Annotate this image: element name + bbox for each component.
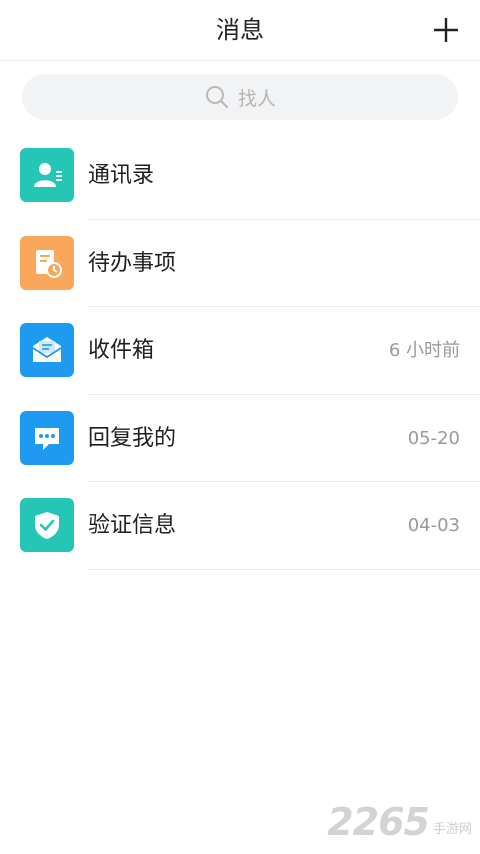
list-item-todo[interactable]: 待办事项 (0, 220, 480, 307)
plus-icon (434, 18, 458, 42)
verify-icon (20, 498, 74, 552)
list-item-label: 待办事项 (88, 250, 177, 276)
search-icon (205, 86, 229, 109)
watermark-digits: 2265 (327, 800, 430, 844)
list-item-time: 6 小时前 (388, 340, 460, 361)
search-input[interactable]: 找人 (22, 74, 458, 120)
reply-icon (20, 410, 74, 465)
todo-icon (20, 235, 74, 290)
add-button[interactable] (430, 14, 462, 46)
search-placeholder: 找人 (237, 87, 276, 110)
list-item-verify[interactable]: 验证信息 04-03 (0, 482, 480, 570)
watermark-text: 手游网 (432, 821, 472, 837)
watermark-logo: 2265 手游网 (327, 800, 472, 844)
list-item-label: 收件箱 (88, 338, 155, 363)
list-item-contacts[interactable]: 通讯录 (0, 132, 480, 220)
list-item-time: 04-03 (407, 515, 460, 536)
inbox-icon (20, 323, 74, 377)
divider (88, 568, 480, 570)
list-item-label: 验证信息 (88, 513, 177, 538)
list-item-reply[interactable]: 回复我的 05-20 (0, 395, 480, 482)
list-item-inbox[interactable]: 收件箱 6 小时前 (0, 307, 480, 395)
list-item-time: 05-20 (407, 427, 460, 449)
list-item-label: 通讯录 (88, 163, 155, 188)
page-title: 消息 (216, 16, 264, 44)
message-list: 通讯录 待办事项 收件箱 6 小时前 回复我的 05-20 验证信息 04-03 (0, 132, 480, 570)
header-bar: 消息 (0, 0, 480, 61)
messages-screen: 消息 找人 通讯录 待办事项 收件箱 6 小时前 回复我的 05-20 验证信息… (0, 0, 480, 854)
list-item-label: 回复我的 (88, 425, 177, 451)
contacts-icon (20, 148, 74, 202)
